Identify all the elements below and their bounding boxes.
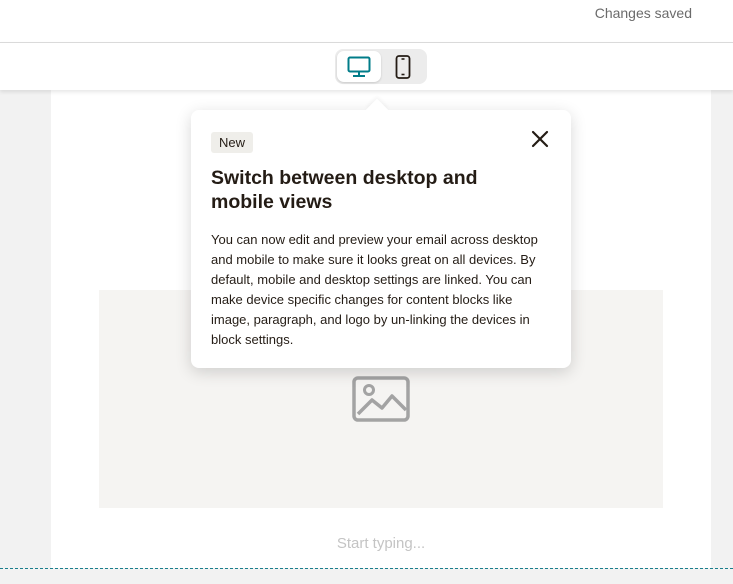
new-badge: New <box>211 132 254 153</box>
close-icon <box>531 130 549 148</box>
popover-description: You can now edit and preview your email … <box>211 232 538 347</box>
block-boundary-line <box>0 568 733 569</box>
device-toggle <box>335 49 427 84</box>
mobile-icon <box>395 54 411 79</box>
save-status: Changes saved <box>594 5 692 21</box>
popover-title: Switch between desktop and mobile views <box>211 167 478 213</box>
top-bar: Changes saved <box>0 0 733 43</box>
preview-toolbar <box>0 43 733 90</box>
feature-popover: New Switch between desktop and mobile vi… <box>191 98 571 368</box>
close-button[interactable] <box>527 126 553 152</box>
desktop-view-button[interactable] <box>337 51 381 82</box>
desktop-icon <box>347 56 371 77</box>
mobile-view-button[interactable] <box>381 51 425 82</box>
image-icon <box>352 376 410 422</box>
text-block-placeholder[interactable]: Start typing... <box>51 535 711 552</box>
